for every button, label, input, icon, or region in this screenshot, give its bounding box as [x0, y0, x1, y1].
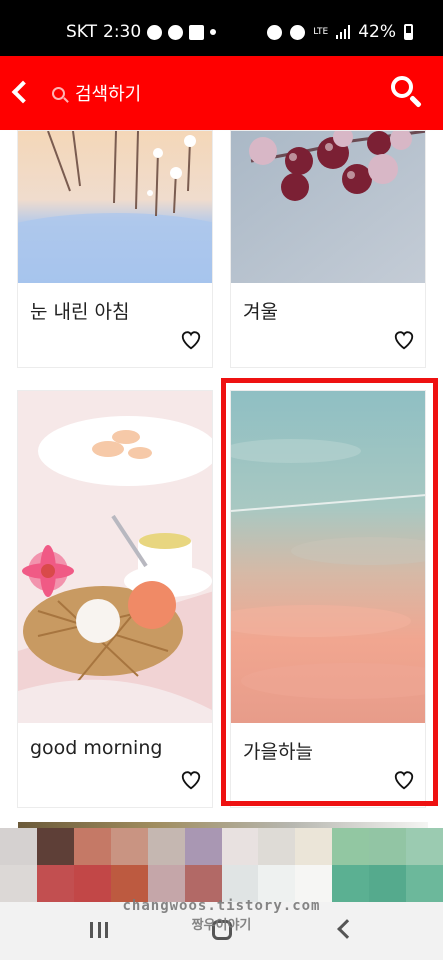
- chat-notification-icon: [147, 24, 163, 40]
- status-left: SKT 2:30: [66, 22, 217, 42]
- heart-icon[interactable]: [393, 769, 415, 791]
- status-bar: SKT 2:30 LTE 42%: [0, 0, 443, 56]
- back-button[interactable]: [4, 70, 36, 114]
- search-input[interactable]: 검색하기: [52, 76, 352, 110]
- more-notifications-icon: [210, 29, 217, 35]
- talk-notification-icon: [168, 24, 184, 40]
- wallpaper-image: [18, 131, 212, 283]
- watermark-url: changwoos.tistory.com: [122, 898, 321, 914]
- wallpaper-card[interactable]: 겨울: [230, 130, 426, 368]
- wallpaper-title: 가을하늘: [243, 741, 313, 763]
- wallpaper-title: 눈 내린 아침: [30, 301, 130, 323]
- wallpaper-image: [18, 391, 212, 723]
- wallpaper-image: [231, 391, 425, 723]
- watermark-blog-name: 짱우이야기: [191, 918, 252, 933]
- heart-icon[interactable]: [393, 329, 415, 351]
- heart-icon[interactable]: [180, 769, 202, 791]
- signal-icon: [336, 25, 351, 39]
- battery-icon: [404, 24, 413, 40]
- search-field-icon: [52, 86, 65, 100]
- carrier-label: SKT: [66, 22, 98, 42]
- search-placeholder: 검색하기: [75, 84, 142, 105]
- status-right: LTE 42%: [267, 22, 413, 42]
- heart-icon[interactable]: [180, 329, 202, 351]
- alarm-icon: [267, 24, 283, 40]
- wallpaper-card[interactable]: good morning: [17, 390, 213, 808]
- image-notification-icon: [189, 24, 205, 40]
- battery-percent-label: 42%: [358, 22, 396, 42]
- time-label: 2:30: [103, 22, 142, 42]
- network-type-label: LTE: [313, 26, 329, 37]
- wallpaper-card[interactable]: 눈 내린 아침: [17, 130, 213, 368]
- wallpaper-grid[interactable]: 눈 내린 아침 겨울 good morning 가을하늘: [0, 130, 443, 902]
- app-bar: 검색하기: [0, 56, 443, 130]
- blurred-thumbnails: [0, 828, 443, 902]
- mute-icon: [290, 24, 306, 40]
- search-icon-handle: [409, 95, 422, 108]
- search-button[interactable]: [387, 70, 425, 114]
- wallpaper-title: good morning: [30, 737, 163, 759]
- wallpaper-title: 겨울: [243, 301, 278, 323]
- search-icon: [391, 76, 413, 98]
- back-icon: [11, 80, 35, 104]
- wallpaper-card[interactable]: 가을하늘: [230, 390, 426, 808]
- wallpaper-image: [231, 131, 425, 283]
